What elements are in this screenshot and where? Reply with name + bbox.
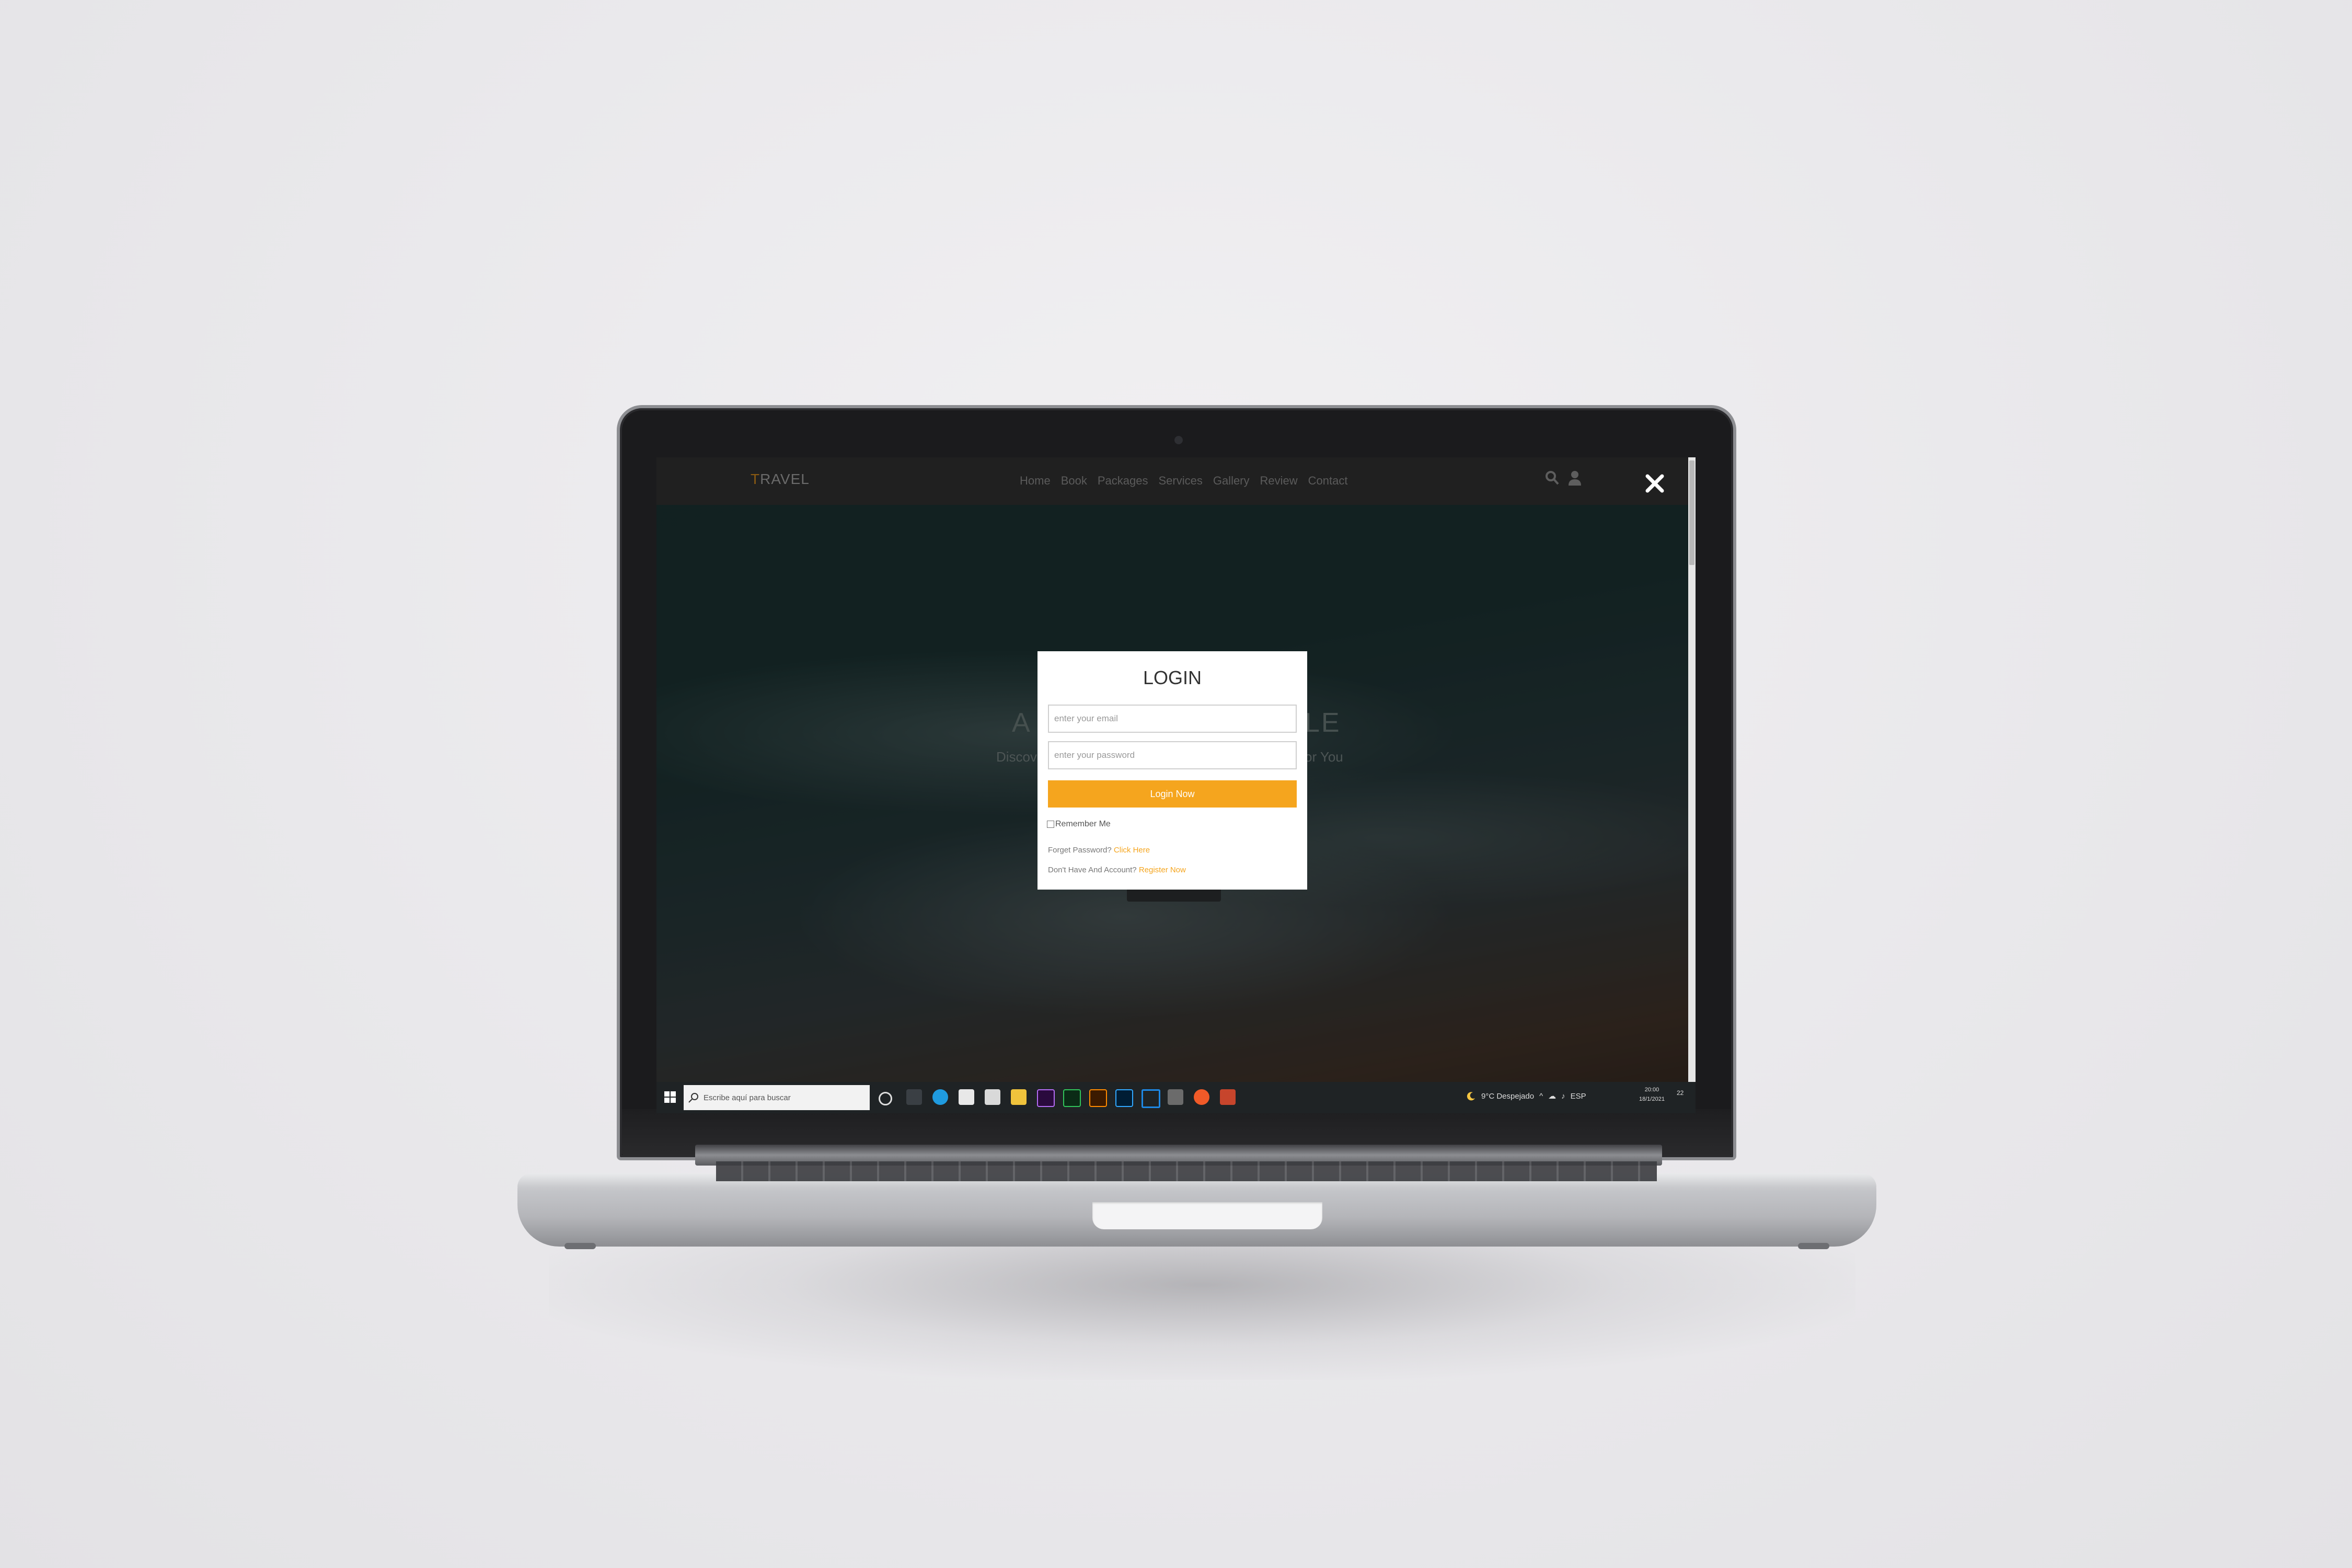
scrollbar-thumb[interactable] bbox=[1689, 460, 1694, 565]
hero-title-left: A bbox=[1012, 708, 1032, 738]
mail-icon[interactable] bbox=[985, 1089, 1000, 1105]
nav-packages[interactable]: Packages bbox=[1098, 474, 1148, 488]
logo-accent-letter: T bbox=[751, 471, 760, 487]
laptop-foot-left bbox=[564, 1243, 596, 1249]
audition-icon[interactable] bbox=[1063, 1089, 1081, 1107]
main-nav: Home Book Packages Services Gallery Revi… bbox=[1020, 474, 1347, 488]
taskbar-search-placeholder: Escribe aquí para buscar bbox=[704, 1093, 791, 1102]
taskbar-clock[interactable]: 20:00 18/1/2021 bbox=[1639, 1085, 1665, 1104]
chevron-up-icon[interactable]: ^ bbox=[1539, 1092, 1543, 1101]
remember-me: Remember Me bbox=[1047, 820, 1111, 829]
moon-icon bbox=[1467, 1092, 1475, 1101]
weather-text[interactable]: 9°C Despejado bbox=[1481, 1092, 1534, 1101]
header-icons bbox=[1545, 470, 1582, 487]
clock-time: 20:00 bbox=[1644, 1087, 1659, 1093]
notification-count[interactable]: 22 bbox=[1677, 1089, 1684, 1097]
file-explorer-icon[interactable] bbox=[1011, 1089, 1027, 1105]
nav-gallery[interactable]: Gallery bbox=[1213, 474, 1250, 488]
close-icon[interactable] bbox=[1644, 473, 1665, 494]
password-field[interactable] bbox=[1048, 741, 1297, 769]
login-title: LOGIN bbox=[1143, 667, 1202, 688]
site-header: TRAVEL Home Book Packages Services Galle… bbox=[656, 457, 1688, 505]
windows-taskbar: Escribe aquí para buscar 9°C Despejado ^… bbox=[656, 1082, 1696, 1113]
laptop-shadow bbox=[549, 1244, 1855, 1380]
nav-home[interactable]: Home bbox=[1020, 474, 1051, 488]
brave-icon[interactable] bbox=[1194, 1089, 1209, 1105]
logo-text: RAVEL bbox=[760, 471, 810, 487]
search-icon bbox=[688, 1093, 698, 1103]
language-indicator[interactable]: ESP bbox=[1571, 1092, 1586, 1101]
premiere-icon[interactable] bbox=[1037, 1089, 1055, 1107]
cortana-icon[interactable] bbox=[879, 1092, 892, 1105]
store-icon[interactable] bbox=[959, 1089, 974, 1105]
remember-me-checkbox[interactable] bbox=[1047, 821, 1054, 828]
clock-date: 18/1/2021 bbox=[1639, 1096, 1665, 1102]
task-view-icon[interactable] bbox=[906, 1089, 922, 1105]
nav-contact[interactable]: Contact bbox=[1308, 474, 1348, 488]
photoshop-icon[interactable] bbox=[1115, 1089, 1133, 1107]
nav-book[interactable]: Book bbox=[1061, 474, 1087, 488]
register-link[interactable]: Register Now bbox=[1139, 866, 1186, 874]
network-icon[interactable]: ☁ bbox=[1548, 1091, 1556, 1101]
volume-icon[interactable]: ♪ bbox=[1561, 1092, 1565, 1101]
nav-services[interactable]: Services bbox=[1158, 474, 1202, 488]
email-field[interactable] bbox=[1048, 705, 1297, 733]
edge-browser-icon[interactable] bbox=[932, 1089, 948, 1105]
laptop-keyboard-row bbox=[716, 1161, 1657, 1181]
forgot-password-row: Forget Password? Click Here bbox=[1048, 846, 1150, 855]
search-icon[interactable] bbox=[1545, 470, 1560, 487]
user-icon[interactable] bbox=[1568, 470, 1582, 487]
taskbar-search[interactable]: Escribe aquí para buscar bbox=[684, 1085, 870, 1110]
laptop-lid-notch bbox=[1092, 1202, 1322, 1229]
hero-title-right: LE bbox=[1305, 708, 1341, 738]
register-row: Don't Have And Account? Register Now bbox=[1048, 866, 1186, 874]
archive-icon[interactable] bbox=[1220, 1089, 1236, 1105]
chrome-icon[interactable] bbox=[1168, 1089, 1183, 1105]
forgot-password-text: Forget Password? bbox=[1048, 846, 1112, 855]
site-logo[interactable]: TRAVEL bbox=[751, 471, 810, 488]
webcam bbox=[1174, 436, 1183, 444]
system-tray: 9°C Despejado ^ ☁ ♪ ESP bbox=[1467, 1091, 1586, 1101]
remember-me-label: Remember Me bbox=[1055, 820, 1111, 828]
vscode-icon[interactable] bbox=[1142, 1089, 1160, 1108]
login-modal: LOGIN Login Now Remember Me Forget Passw… bbox=[1037, 651, 1307, 890]
laptop-screen: A LE Discov or You TRAVEL Home Book Pack… bbox=[656, 457, 1696, 1113]
forgot-password-link[interactable]: Click Here bbox=[1114, 846, 1150, 855]
hero-subtitle-right: or You bbox=[1305, 749, 1343, 765]
login-button[interactable]: Login Now bbox=[1048, 780, 1297, 808]
register-text: Don't Have And Account? bbox=[1048, 866, 1137, 874]
hero-subtitle-left: Discov bbox=[996, 749, 1037, 765]
windows-start-icon[interactable] bbox=[664, 1091, 676, 1103]
laptop-foot-right bbox=[1798, 1243, 1829, 1249]
illustrator-icon[interactable] bbox=[1089, 1089, 1107, 1107]
nav-review[interactable]: Review bbox=[1260, 474, 1298, 488]
page-scrollbar[interactable] bbox=[1688, 457, 1696, 1082]
